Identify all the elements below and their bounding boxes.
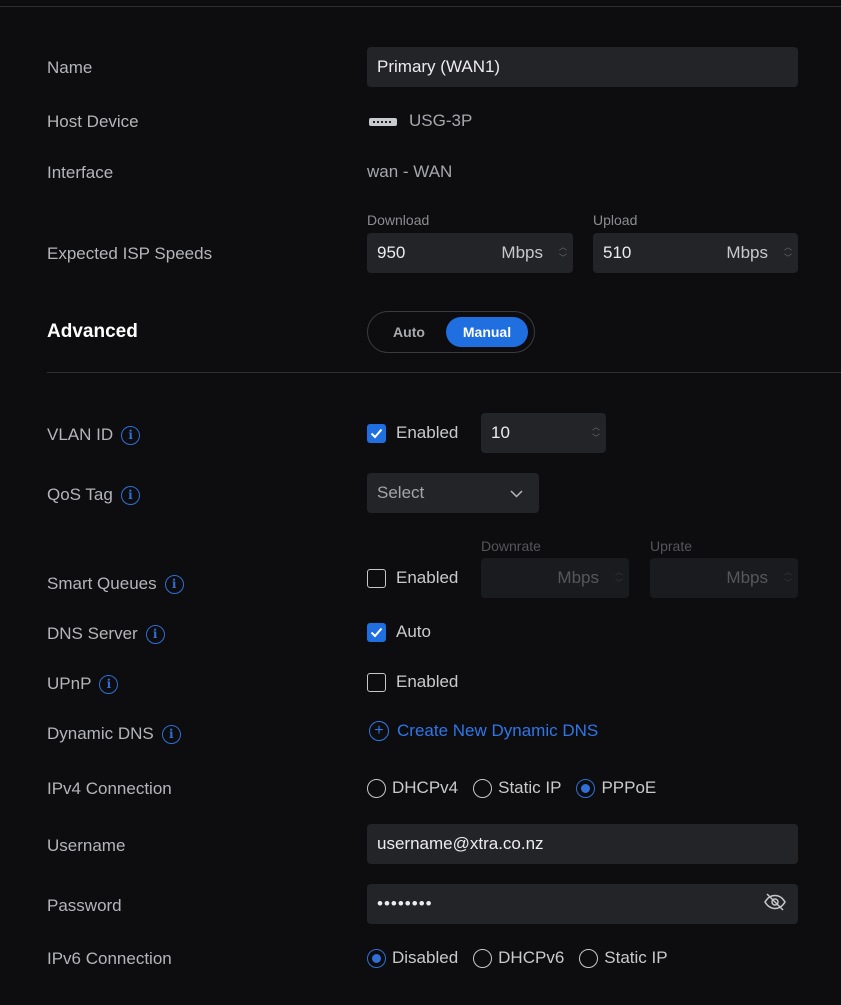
eye-off-icon[interactable] [764, 892, 786, 916]
chevron-up-icon[interactable]: ︿ [784, 243, 792, 252]
plus-circle-icon[interactable]: + [369, 721, 389, 741]
info-icon[interactable]: i [121, 425, 141, 445]
ipv6-radio-static-ip[interactable]: Static IP [579, 948, 668, 968]
chevron-up-icon[interactable]: ︿ [784, 568, 792, 577]
host-device-label: Host Device [47, 112, 139, 131]
advanced-heading: Advanced [47, 321, 138, 342]
name-label: Name [47, 58, 93, 77]
checkbox-checked-icon[interactable] [367, 622, 386, 642]
upnp-label: UPnP i [47, 672, 119, 696]
info-icon[interactable]: i [161, 724, 181, 744]
checkbox-unchecked-icon[interactable] [367, 568, 386, 588]
ipv4-radio-pppoe[interactable]: PPPoE [576, 778, 656, 798]
uprate-input[interactable]: Mbps ︿ ﹀ [650, 558, 798, 598]
chevron-up-icon[interactable]: ︿ [615, 568, 623, 577]
radio-selected-icon[interactable] [576, 778, 596, 798]
chevron-down-icon[interactable]: ﹀ [784, 254, 792, 263]
chevron-down-icon[interactable]: ﹀ [784, 579, 792, 588]
vlan-enabled-checkbox[interactable]: Enabled [367, 423, 458, 443]
password-input[interactable]: •••••••• [367, 884, 798, 924]
ipv4-connection-label: IPv4 Connection [47, 779, 172, 798]
vlan-label: VLAN ID i [47, 423, 141, 447]
dns-auto-checkbox[interactable]: Auto [367, 622, 431, 642]
vlan-stepper[interactable]: ︿ ﹀ [592, 423, 600, 443]
downrate-caption: Downrate [481, 538, 541, 554]
checkbox-unchecked-icon[interactable] [367, 672, 386, 692]
chevron-down-icon[interactable] [510, 483, 523, 503]
download-unit: Mbps [501, 243, 543, 262]
username-input[interactable]: username@xtra.co.nz [367, 824, 798, 864]
username-label: Username [47, 836, 126, 855]
qos-tag-select[interactable]: Select [367, 473, 539, 513]
vlan-id-input[interactable]: 10 ︿ ﹀ [481, 413, 606, 453]
upload-stepper[interactable]: ︿ ﹀ [784, 243, 792, 263]
radio-unselected-icon[interactable] [473, 778, 493, 798]
chevron-down-icon[interactable]: ﹀ [559, 254, 567, 263]
ipv4-radio-dhcpv4[interactable]: DHCPv4 [367, 778, 458, 798]
ipv6-radio-disabled[interactable]: Disabled [367, 948, 458, 968]
dynamic-dns-label: Dynamic DNS i [47, 722, 181, 746]
dns-server-label: DNS Server i [47, 622, 165, 646]
upload-caption: Upload [593, 212, 638, 228]
radio-selected-icon[interactable] [367, 948, 386, 968]
downrate-stepper[interactable]: ︿ ﹀ [615, 568, 623, 588]
router-device-icon [369, 117, 397, 126]
ipv6-connection-label: IPv6 Connection [47, 949, 172, 968]
create-dynamic-dns-link[interactable]: + Create New Dynamic DNS [369, 721, 598, 741]
upnp-enabled-checkbox[interactable]: Enabled [367, 672, 458, 692]
info-icon[interactable]: i [99, 674, 119, 694]
chevron-up-icon[interactable]: ︿ [559, 243, 567, 252]
uprate-caption: Uprate [650, 538, 693, 554]
download-stepper[interactable]: ︿ ﹀ [559, 243, 567, 263]
checkbox-checked-icon[interactable] [367, 423, 386, 443]
toggle-auto-option[interactable]: Auto [372, 317, 446, 347]
uprate-unit: Mbps [726, 568, 768, 587]
isp-speeds-label: Expected ISP Speeds [47, 244, 213, 263]
qos-label: QoS Tag i [47, 483, 140, 507]
upload-speed-input[interactable]: 510 Mbps ︿ ﹀ [593, 233, 798, 273]
chevron-down-icon[interactable]: ﹀ [615, 579, 623, 588]
top-divider [0, 6, 841, 7]
password-label: Password [47, 896, 122, 915]
download-caption: Download [367, 212, 430, 228]
name-input[interactable]: Primary (WAN1) [367, 47, 798, 87]
info-icon[interactable]: i [120, 485, 140, 505]
info-icon[interactable]: i [164, 574, 184, 594]
interface-value: wan - WAN [367, 162, 453, 181]
radio-unselected-icon[interactable] [473, 948, 493, 968]
host-device-value: USG-3P [369, 111, 472, 131]
ipv4-radio-static-ip[interactable]: Static IP [473, 778, 561, 798]
section-divider [47, 372, 841, 373]
chevron-down-icon[interactable]: ﹀ [592, 434, 600, 443]
toggle-manual-option[interactable]: Manual [446, 317, 528, 347]
info-icon[interactable]: i [145, 624, 165, 644]
ipv6-radio-dhcpv6[interactable]: DHCPv6 [473, 948, 564, 968]
ipv4-connection-radio-group: DHCPv4 Static IP PPPoE [367, 778, 671, 798]
smart-queues-label: Smart Queues i [47, 572, 184, 596]
download-speed-input[interactable]: 950 Mbps ︿ ﹀ [367, 233, 573, 273]
chevron-up-icon[interactable]: ︿ [592, 423, 600, 432]
downrate-unit: Mbps [557, 568, 599, 587]
advanced-mode-toggle[interactable]: Auto Manual [367, 311, 535, 353]
downrate-input[interactable]: Mbps ︿ ﹀ [481, 558, 629, 598]
radio-unselected-icon[interactable] [579, 948, 599, 968]
radio-unselected-icon[interactable] [367, 778, 386, 798]
uprate-stepper[interactable]: ︿ ﹀ [784, 568, 792, 588]
interface-label: Interface [47, 163, 114, 182]
upload-unit: Mbps [726, 243, 768, 262]
smart-queues-checkbox[interactable]: Enabled [367, 568, 458, 588]
wan-settings-panel: Name Primary (WAN1) Host Device USG-3P I… [0, 0, 841, 1005]
ipv6-connection-radio-group: Disabled DHCPv6 Static IP [367, 948, 683, 968]
